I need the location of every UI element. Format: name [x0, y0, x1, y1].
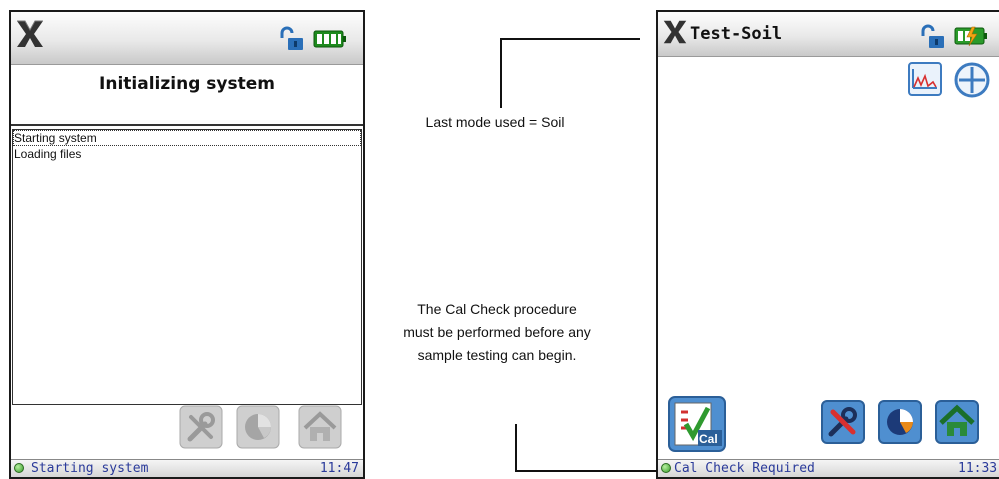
divider [11, 124, 363, 126]
annotation-line: The Cal Check procedure [372, 298, 622, 321]
status-text: Cal Check Required [674, 460, 815, 477]
status-ok-icon [661, 463, 671, 473]
cal-button-label: Cal [699, 432, 718, 446]
title-bar: Test-Soil [658, 12, 999, 57]
x-logo-icon [15, 18, 45, 50]
annotation-line: sample testing can begin. [372, 344, 622, 367]
status-bar: Cal Check Required 11:33 [658, 459, 999, 477]
x-logo-icon [662, 16, 688, 48]
cal-check-annotation: The Cal Check procedure must be performe… [372, 298, 622, 367]
settings-button[interactable] [179, 405, 223, 449]
unlocked-lock-icon [279, 26, 305, 52]
log-list[interactable]: Starting system Loading files [12, 129, 362, 405]
clock: 11:47 [320, 460, 359, 477]
spectrum-chart-icon [908, 62, 942, 96]
pie-chart-icon [878, 400, 922, 444]
status-text: Starting system [31, 460, 148, 477]
pie-chart-icon [236, 405, 280, 449]
plus-circle-icon [954, 62, 990, 98]
leader-line [500, 38, 640, 40]
wrench-screwdriver-icon [179, 405, 223, 449]
battery-charging-icon [954, 25, 988, 47]
calibration-check-icon: Cal [668, 396, 726, 452]
annotation-line: must be performed before any [372, 321, 622, 344]
unlocked-lock-icon [920, 24, 946, 50]
page-title: Initializing system [11, 74, 363, 94]
home-button[interactable] [935, 400, 979, 444]
home-icon [298, 405, 342, 449]
results-button[interactable] [878, 400, 922, 444]
home-icon [935, 400, 979, 444]
status-ok-icon [14, 463, 24, 473]
home-button[interactable] [298, 405, 342, 449]
mode-annotation: Last mode used = Soil [405, 114, 585, 130]
device-screen-test-soil: Test-Soil Cal Cal Check Required 11:33 [656, 10, 999, 479]
app-title: Test-Soil [690, 24, 782, 44]
device-screen-initializing: Initializing system Starting system Load… [9, 10, 365, 479]
status-bar: Starting system 11:47 [11, 459, 363, 477]
settings-button[interactable] [821, 400, 865, 444]
clock: 11:33 [958, 460, 997, 477]
spectrum-button[interactable] [908, 62, 942, 96]
log-item[interactable]: Starting system [13, 130, 361, 146]
results-button[interactable] [236, 405, 280, 449]
log-item[interactable]: Loading files [13, 146, 361, 162]
leader-line [500, 38, 502, 108]
battery-full-icon [313, 28, 347, 50]
add-button[interactable] [954, 62, 990, 98]
leader-line [515, 424, 517, 472]
title-bar [11, 12, 363, 65]
cal-check-button[interactable]: Cal [668, 396, 726, 452]
leader-line [515, 470, 657, 472]
wrench-screwdriver-icon [821, 400, 865, 444]
